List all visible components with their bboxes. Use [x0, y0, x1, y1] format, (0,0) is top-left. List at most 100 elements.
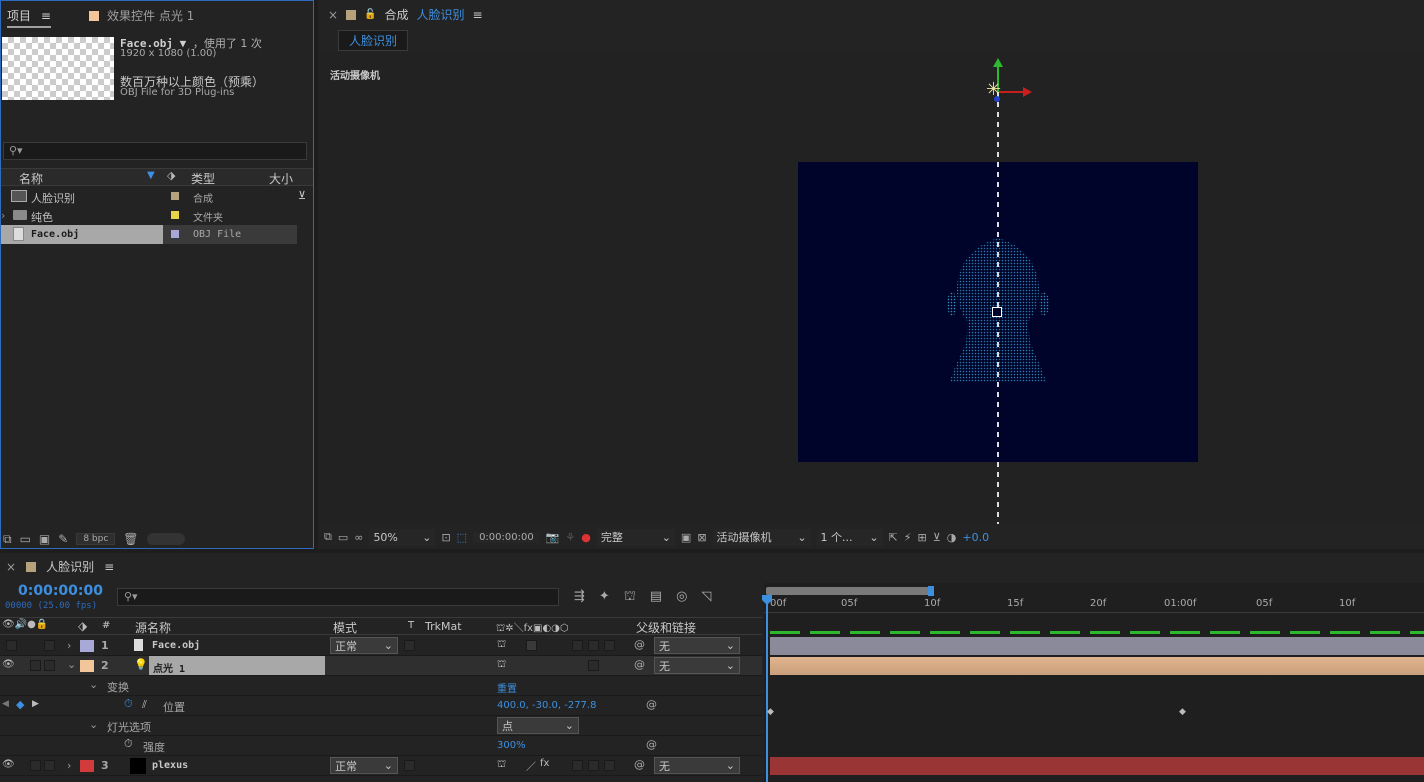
- gizmo-x-arrow-icon[interactable]: [1023, 87, 1032, 97]
- always-preview-icon[interactable]: ⧉: [324, 530, 332, 544]
- blend-mode-dropdown[interactable]: 正常 ⌄: [330, 757, 398, 774]
- shy-layers-icon[interactable]: ⛫: [624, 589, 636, 606]
- lock-icon[interactable]: 🔓: [364, 9, 376, 20]
- zoom-dropdown[interactable]: 50% ⌄: [369, 528, 436, 546]
- view-layout-dropdown[interactable]: 1 个... ⌄: [816, 528, 883, 546]
- position-value[interactable]: 400.0, -30.0, -277.8: [497, 700, 596, 711]
- quality-switch[interactable]: [526, 640, 537, 651]
- current-time-display[interactable]: 0:00:00:00: [18, 583, 103, 599]
- keyframe-start-icon[interactable]: ◆: [767, 707, 774, 717]
- light-anchor-icon[interactable]: [992, 307, 1002, 317]
- new-composition-icon[interactable]: ▣: [39, 532, 50, 546]
- region-icon[interactable]: ⬚: [457, 531, 467, 544]
- layer-duration-bar[interactable]: [770, 637, 1424, 655]
- add-keyframe-icon[interactable]: ◆: [16, 698, 24, 711]
- menu-icon[interactable]: ≡: [104, 560, 114, 574]
- layer-row[interactable]: › 1 Face.obj 正常 ⌄ ⛫ @ 无 ⌄: [0, 636, 762, 656]
- effect-fx-icon[interactable]: fx: [540, 758, 549, 769]
- layer-duration-bar[interactable]: [770, 757, 1424, 775]
- layer-label-swatch[interactable]: [80, 640, 94, 652]
- project-item-label[interactable]: [171, 230, 179, 238]
- fast-preview-icon[interactable]: ⚡: [904, 531, 912, 544]
- quality-icon[interactable]: ／: [526, 758, 536, 773]
- motion-blur-icon[interactable]: ◎: [676, 589, 687, 606]
- position-property-row[interactable]: ◀ ◆ ▶ ⏱ ⫽ 位置 400.0, -30.0, -277.8 @: [0, 696, 762, 716]
- collapse-arrow-icon[interactable]: ⌄: [89, 718, 98, 731]
- light-type-dropdown[interactable]: 点 ⌄: [497, 717, 579, 734]
- next-keyframe-icon[interactable]: ▶: [32, 699, 39, 709]
- flowchart-brush-icon[interactable]: ✎: [58, 532, 68, 546]
- menu-icon[interactable]: ≡: [41, 9, 51, 23]
- solo-switch[interactable]: [30, 660, 41, 671]
- project-item-label[interactable]: [171, 211, 179, 219]
- reset-exposure-icon[interactable]: ◑: [947, 531, 957, 544]
- motion-blur-switch[interactable]: [572, 640, 583, 651]
- close-icon[interactable]: ×: [328, 8, 338, 22]
- layer-name[interactable]: Face.obj: [152, 640, 200, 651]
- lock-switch[interactable]: [44, 760, 55, 771]
- mask-icon[interactable]: ∞: [354, 531, 363, 544]
- monitor-icon[interactable]: ▭: [338, 531, 348, 544]
- project-item-selected[interactable]: Face.obj OBJ File: [1, 225, 297, 244]
- collapse-arrow-icon[interactable]: ⌄: [89, 678, 98, 691]
- pickwhip-icon[interactable]: @: [634, 658, 645, 671]
- parent-header[interactable]: 父级和链接: [636, 619, 696, 636]
- comp-subtab[interactable]: 人脸识别: [338, 30, 409, 51]
- composition-flowchart-icon[interactable]: ⇶: [574, 589, 585, 606]
- bpc-button[interactable]: 8 bpc: [76, 533, 116, 545]
- transform-group-row[interactable]: ⌄ 变换 重置: [0, 676, 762, 696]
- shy-icon[interactable]: ⛫: [497, 759, 506, 772]
- parent-dropdown[interactable]: 无 ⌄: [654, 657, 740, 674]
- label-tag-icon[interactable]: ⬗: [167, 169, 175, 182]
- draft-3d-icon[interactable]: ✦: [599, 589, 610, 606]
- frame-blending-icon[interactable]: ▤: [650, 589, 662, 606]
- source-name-header[interactable]: 源名称: [135, 619, 171, 636]
- expand-arrow-icon[interactable]: ›: [67, 639, 71, 652]
- layer-row-selected[interactable]: 👁 ⌄ 2 💡 点光 1 ⛫ @ 无 ⌄: [0, 656, 762, 676]
- viewer-timecode[interactable]: 0:00:00:00: [473, 531, 540, 543]
- eye-icon[interactable]: 👁: [2, 659, 15, 670]
- flowchart-icon[interactable]: ⊻: [298, 189, 306, 202]
- sort-down-icon[interactable]: ▼: [147, 170, 155, 181]
- transparency-grid-icon[interactable]: ⊠: [697, 531, 706, 544]
- timeline-tab[interactable]: × 人脸识别 ≡: [6, 558, 114, 575]
- prev-keyframe-icon[interactable]: ◀: [2, 699, 9, 709]
- time-ruler[interactable]: 00f 05f 10f 15f 20f 01:00f 05f 10f: [764, 595, 1424, 613]
- reset-link[interactable]: 重置: [497, 680, 517, 695]
- layer-row[interactable]: 👁 › 3 plexus 正常 ⌄ ⛫ ／ fx @ 无 ⌄: [0, 756, 762, 776]
- graph-icon[interactable]: ⫽: [142, 698, 147, 712]
- roi-icon[interactable]: ▣: [681, 531, 691, 544]
- col-type-header[interactable]: 类型: [191, 170, 215, 187]
- color-channels-icon[interactable]: ●: [581, 531, 591, 544]
- exposure-value[interactable]: +0.0: [962, 531, 989, 544]
- menu-icon[interactable]: ≡: [473, 8, 483, 22]
- pickwhip-icon[interactable]: @: [646, 698, 657, 711]
- project-item[interactable]: 人脸识别 合成 ⊻: [1, 187, 313, 206]
- preserve-transparency-switch[interactable]: [404, 640, 415, 651]
- 3d-layer-switch[interactable]: [604, 760, 615, 771]
- intensity-property-row[interactable]: ⏱ 强度 300% @: [0, 736, 762, 756]
- close-icon[interactable]: ×: [6, 560, 16, 574]
- comp-viewport[interactable]: 活动摄像机 ✳: [318, 52, 1424, 524]
- gizmo-z-icon[interactable]: [994, 96, 1000, 102]
- layer-label-swatch[interactable]: [80, 760, 94, 772]
- gizmo-x-axis[interactable]: [999, 91, 1025, 93]
- resolution-dropdown[interactable]: 完整 ⌄: [596, 528, 675, 546]
- new-folder-icon[interactable]: ▭: [20, 532, 31, 546]
- col-name-header[interactable]: 名称: [19, 170, 43, 187]
- show-snapshot-icon[interactable]: ⚘: [565, 531, 575, 544]
- layer-name[interactable]: 点光 1: [153, 660, 185, 675]
- fit-icon[interactable]: ⊡: [441, 531, 450, 544]
- layer-label-swatch[interactable]: [80, 660, 94, 672]
- thumbnail-slider[interactable]: [146, 533, 185, 545]
- video-switch[interactable]: [6, 640, 17, 651]
- preserve-transparency-switch[interactable]: [404, 760, 415, 771]
- stopwatch-icon[interactable]: ⏱: [124, 737, 133, 751]
- keyframe-end-icon[interactable]: ◆: [1179, 707, 1186, 717]
- timeline-graph-area[interactable]: 00f 05f 10f 15f 20f 01:00f 05f 10f ◆ ◆: [762, 583, 1424, 782]
- col-size-header[interactable]: 大小: [269, 170, 293, 187]
- pickwhip-icon[interactable]: @: [634, 758, 645, 771]
- expand-arrow-icon[interactable]: ›: [1, 209, 5, 222]
- motion-blur-switch[interactable]: [572, 760, 583, 771]
- 3d-layer-switch[interactable]: [604, 640, 615, 651]
